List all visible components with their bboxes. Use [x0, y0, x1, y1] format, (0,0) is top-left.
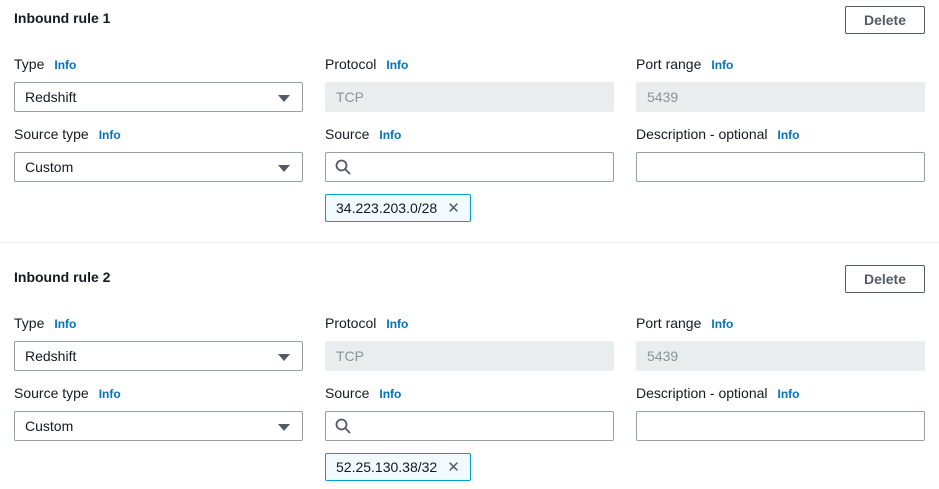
chevron-down-icon — [278, 424, 290, 431]
source-type-select-value: Custom — [25, 418, 73, 434]
source-search-input[interactable] — [325, 152, 614, 182]
protocol-label: Protocol — [325, 56, 376, 72]
source-field: Source Info 52.25.130.38/32 ✕ — [325, 379, 614, 481]
source-label: Source — [325, 126, 369, 142]
port-range-input — [636, 82, 925, 112]
source-info-link[interactable]: Info — [379, 128, 401, 142]
description-input[interactable] — [636, 152, 925, 182]
port-range-input — [636, 341, 925, 371]
rule-fields-grid: Type Info Redshift Protocol Info — [14, 309, 925, 489]
description-label: Description - optional — [636, 126, 768, 142]
chevron-down-icon — [278, 95, 290, 102]
description-field: Description - optional Info — [636, 120, 925, 182]
source-field: Source Info 34.223.203.0/28 ✕ — [325, 120, 614, 222]
type-select-value: Redshift — [25, 348, 76, 364]
rule-fields-grid: Type Info Redshift Protocol Info — [14, 50, 925, 230]
source-token-value: 34.223.203.0/28 — [336, 200, 437, 216]
protocol-field: Protocol Info — [325, 50, 614, 112]
source-search-input[interactable] — [325, 411, 614, 441]
protocol-input — [325, 82, 614, 112]
protocol-info-link[interactable]: Info — [386, 58, 408, 72]
rule-title: Inbound rule 1 — [14, 10, 110, 26]
port-range-field: Port range Info — [636, 309, 925, 371]
edit-inbound-rules-form: Inbound rule 1 Delete Type Info Redshift… — [0, 0, 939, 489]
source-type-info-link[interactable]: Info — [99, 387, 121, 401]
type-field: Type Info Redshift — [14, 309, 303, 371]
protocol-field: Protocol Info — [325, 309, 614, 371]
delete-rule-button[interactable]: Delete — [845, 265, 925, 293]
rule-header: Inbound rule 1 Delete — [14, 6, 925, 34]
rule-divider — [0, 242, 939, 243]
port-range-label: Port range — [636, 315, 701, 331]
rule-header: Inbound rule 2 Delete — [14, 265, 925, 293]
source-info-link[interactable]: Info — [379, 387, 401, 401]
protocol-input — [325, 341, 614, 371]
source-token: 52.25.130.38/32 ✕ — [325, 453, 471, 481]
inbound-rule-1-section: Inbound rule 1 Delete Type Info Redshift… — [14, 6, 925, 230]
source-type-label: Source type — [14, 385, 89, 401]
source-type-select-value: Custom — [25, 159, 73, 175]
source-type-select[interactable]: Custom — [14, 411, 303, 441]
delete-rule-button[interactable]: Delete — [845, 6, 925, 34]
protocol-label: Protocol — [325, 315, 376, 331]
port-range-field: Port range Info — [636, 50, 925, 112]
token-dismiss-icon[interactable]: ✕ — [443, 460, 464, 475]
type-select[interactable]: Redshift — [14, 341, 303, 371]
chevron-down-icon — [278, 354, 290, 361]
description-label: Description - optional — [636, 385, 768, 401]
inbound-rule-2-section: Inbound rule 2 Delete Type Info Redshift… — [14, 265, 925, 489]
port-range-label: Port range — [636, 56, 701, 72]
port-range-info-link[interactable]: Info — [711, 317, 733, 331]
port-range-info-link[interactable]: Info — [711, 58, 733, 72]
source-token-value: 52.25.130.38/32 — [336, 459, 437, 475]
source-type-info-link[interactable]: Info — [99, 128, 121, 142]
description-input[interactable] — [636, 411, 925, 441]
source-type-select[interactable]: Custom — [14, 152, 303, 182]
description-field: Description - optional Info — [636, 379, 925, 441]
rule-title: Inbound rule 2 — [14, 269, 110, 285]
type-select-value: Redshift — [25, 89, 76, 105]
description-info-link[interactable]: Info — [778, 128, 800, 142]
type-info-link[interactable]: Info — [54, 58, 76, 72]
source-type-field: Source type Info Custom — [14, 120, 303, 182]
protocol-info-link[interactable]: Info — [386, 317, 408, 331]
chevron-down-icon — [278, 165, 290, 172]
source-type-label: Source type — [14, 126, 89, 142]
type-label: Type — [14, 315, 44, 331]
type-select[interactable]: Redshift — [14, 82, 303, 112]
type-field: Type Info Redshift — [14, 50, 303, 112]
source-token: 34.223.203.0/28 ✕ — [325, 194, 471, 222]
type-label: Type — [14, 56, 44, 72]
type-info-link[interactable]: Info — [54, 317, 76, 331]
token-dismiss-icon[interactable]: ✕ — [443, 201, 464, 216]
description-info-link[interactable]: Info — [778, 387, 800, 401]
source-type-field: Source type Info Custom — [14, 379, 303, 441]
source-label: Source — [325, 385, 369, 401]
